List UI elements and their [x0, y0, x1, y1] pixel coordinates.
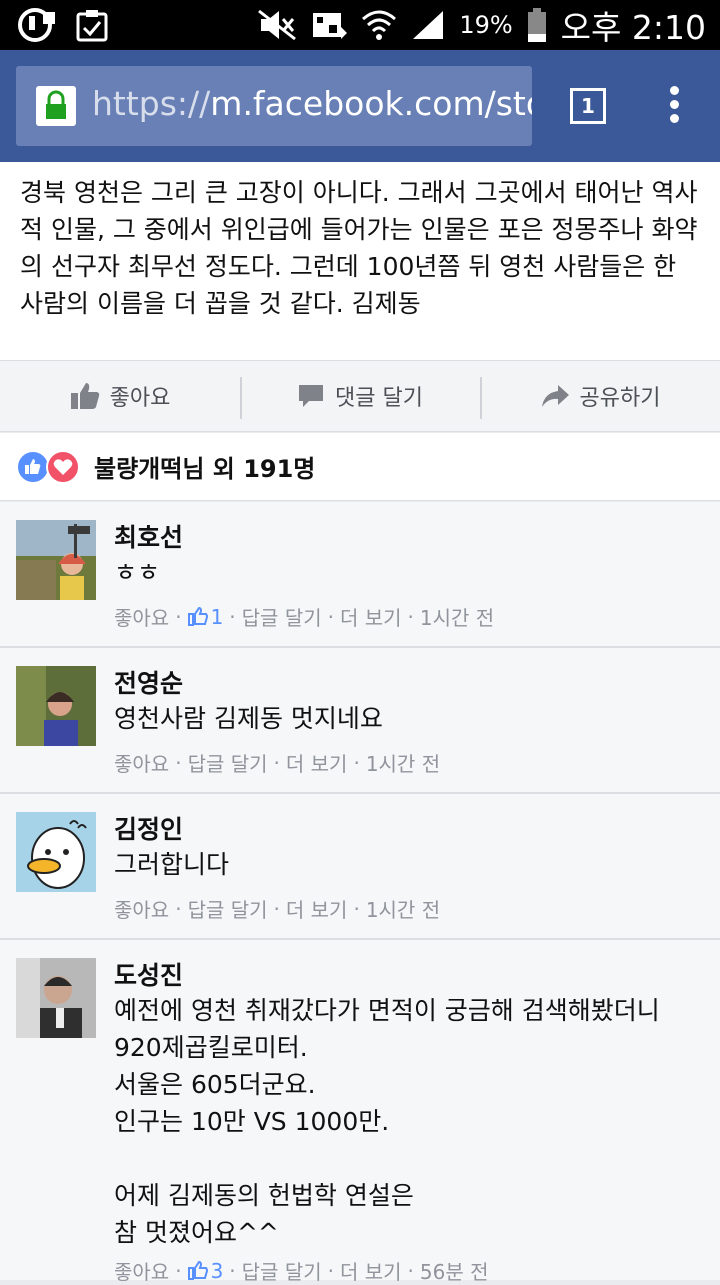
tab-switcher-button[interactable]: 1 — [570, 88, 606, 124]
avatar[interactable] — [16, 812, 96, 892]
mute-icon — [258, 9, 297, 41]
reactions-count: 불량개떡님 외 191명 — [94, 455, 316, 483]
comment-more-link[interactable]: 더 보기 — [340, 602, 402, 631]
comment-reply-link[interactable]: 답글 달기 — [188, 748, 268, 777]
comment-time[interactable]: 1시간 전 — [420, 602, 494, 631]
comment-author[interactable]: 김정인 — [114, 810, 183, 846]
status-bar: 19% 오후 2:10 — [0, 0, 720, 50]
battery-percent: 19% — [459, 11, 513, 39]
comment-button[interactable]: 댓글 달기 — [240, 361, 480, 431]
comment-like-count[interactable]: 1 — [187, 605, 223, 629]
comment-more-link[interactable]: 더 보기 — [286, 894, 348, 923]
avatar[interactable] — [16, 666, 96, 746]
thumbs-up-icon — [70, 383, 99, 409]
comment-icon — [299, 385, 324, 407]
avatar[interactable] — [16, 520, 96, 600]
comment-time[interactable]: 1시간 전 — [366, 894, 440, 923]
comment-time[interactable]: 1시간 전 — [366, 748, 440, 777]
comment-text: 영천사람 김제동 멋지네요 — [114, 704, 383, 733]
comment-like-count[interactable]: 3 — [187, 1259, 223, 1283]
like-reaction-icon — [16, 449, 50, 484]
comment-label: 댓글 달기 — [335, 386, 423, 411]
signal-icon — [413, 11, 444, 39]
avatar[interactable] — [16, 958, 96, 1038]
url-text: https://m.facebook.com/sto — [92, 84, 532, 123]
post-action-bar: 좋아요 댓글 달기 공유하기 — [0, 360, 720, 432]
comment-like-link[interactable]: 좋아요 — [114, 602, 169, 631]
reactions-summary[interactable]: 불량개떡님 외 191명 — [0, 433, 720, 501]
nfc-data-icon — [313, 13, 348, 39]
comment-item: 최호선 ㅎㅎ 좋아요 · 1 · 답글 달기 · 더 보기 · 1시간 전 — [0, 502, 720, 648]
comment-reply-link[interactable]: 답글 달기 — [242, 602, 322, 631]
comment-reply-link[interactable]: 답글 달기 — [242, 1256, 322, 1285]
lock-icon — [36, 86, 76, 126]
comment-reply-link[interactable]: 답글 달기 — [188, 894, 268, 923]
wifi-icon — [362, 10, 397, 40]
comment-text: ㅎㅎ — [114, 558, 161, 587]
comment-meta: 좋아요 · 3 · 답글 달기 · 더 보기 · 56분 전 — [114, 1256, 489, 1285]
thumbs-up-icon — [187, 1261, 208, 1280]
comment-more-link[interactable]: 더 보기 — [340, 1256, 402, 1285]
thumbs-up-icon — [187, 607, 208, 626]
comment-meta: 좋아요 · 1 · 답글 달기 · 더 보기 · 1시간 전 — [114, 602, 494, 631]
comment-item: 도성진 예전에 영천 취재갔다가 면적이 궁금해 검색해봤더니 920제곱킬로미… — [0, 940, 720, 1284]
comment-meta: 좋아요 · 답글 달기 · 더 보기 · 1시간 전 — [114, 894, 440, 923]
comments-list: 최호선 ㅎㅎ 좋아요 · 1 · 답글 달기 · 더 보기 · 1시간 전 전영순 영천… — [0, 502, 720, 1284]
battery-icon — [527, 8, 546, 42]
comment-text: 예전에 영천 취재갔다가 면적이 궁금해 검색해봤더니 920제곱킬로미터. 서… — [114, 996, 660, 1247]
clock: 오후 2:10 — [560, 8, 706, 47]
comment-like-link[interactable]: 좋아요 — [114, 748, 169, 777]
like-label: 좋아요 — [109, 386, 171, 411]
comment-author[interactable]: 전영순 — [114, 664, 183, 700]
clipboard-check-icon — [76, 10, 108, 42]
like-button[interactable]: 좋아요 — [0, 361, 240, 431]
comment-author[interactable]: 도성진 — [114, 956, 183, 992]
comment-item: 전영순 영천사람 김제동 멋지네요 좋아요 · 답글 달기 · 더 보기 · 1시간 … — [0, 648, 720, 794]
address-bar[interactable]: https://m.facebook.com/sto — [16, 66, 532, 146]
comment-like-link[interactable]: 좋아요 — [114, 1256, 169, 1285]
comment-more-link[interactable]: 더 보기 — [286, 748, 348, 777]
comment-time[interactable]: 56분 전 — [420, 1256, 489, 1285]
overflow-menu-icon[interactable] — [668, 86, 680, 126]
comment-item: 김정인 그러합니다 좋아요 · 답글 달기 · 더 보기 · 1시간 전 — [0, 794, 720, 940]
comment-like-link[interactable]: 좋아요 — [114, 894, 169, 923]
share-icon — [541, 385, 569, 407]
browser-toolbar: https://m.facebook.com/sto 1 — [0, 50, 720, 162]
share-button[interactable]: 공유하기 — [480, 361, 720, 431]
love-reaction-icon — [46, 449, 80, 484]
post-text: 경북 영천은 그리 큰 고장이 아니다. 그래서 그곳에서 태어난 역사적 인물… — [20, 178, 698, 318]
share-label: 공유하기 — [579, 386, 661, 411]
comment-meta: 좋아요 · 답글 달기 · 더 보기 · 1시간 전 — [114, 748, 440, 777]
post-body: 경북 영천은 그리 큰 고장이 아니다. 그래서 그곳에서 태어난 역사적 인물… — [0, 162, 720, 360]
comment-text: 그러합니다 — [114, 850, 230, 879]
comment-author[interactable]: 최호선 — [114, 518, 183, 554]
u-plus-icon — [18, 8, 55, 42]
